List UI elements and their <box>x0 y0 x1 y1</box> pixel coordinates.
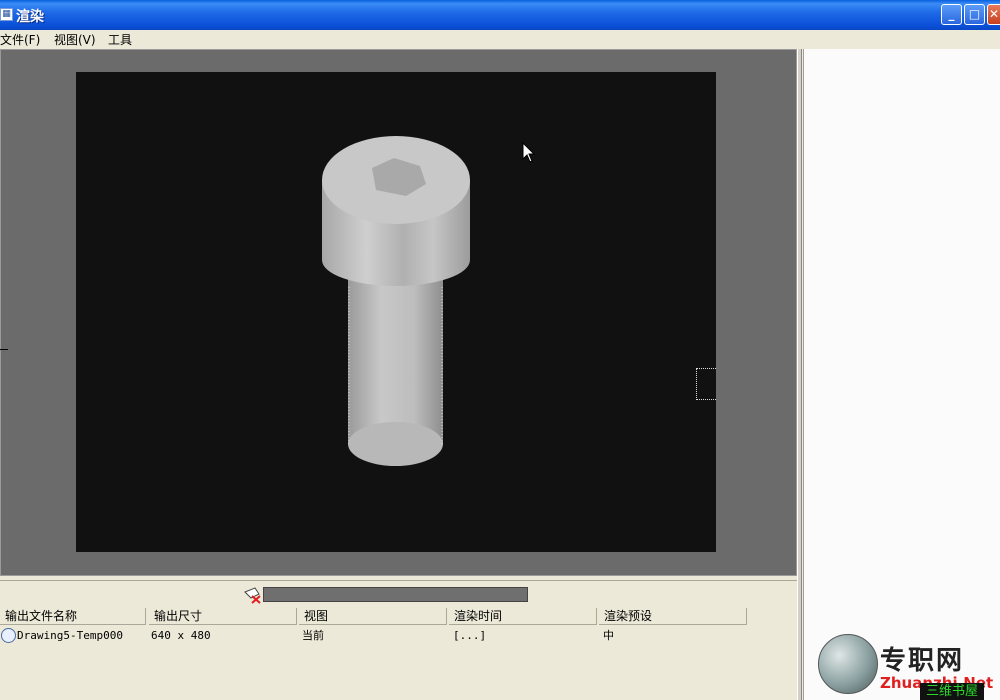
menu-view[interactable]: 视图(V) <box>54 31 96 48</box>
render-status-icon <box>244 587 261 604</box>
col-header-preset[interactable]: 渲染预设 <box>599 608 747 625</box>
panel-splitter[interactable] <box>797 49 802 700</box>
cell-preset: 中 <box>603 629 614 642</box>
col-header-size[interactable]: 输出尺寸 <box>149 608 297 625</box>
cell-view: 当前 <box>302 629 324 642</box>
render-output-image[interactable] <box>76 72 716 552</box>
title-bar: ▦ 渲染 _ □ ✕ <box>0 0 1000 30</box>
close-button[interactable]: ✕ <box>987 4 1000 25</box>
ruler-tick <box>0 349 8 350</box>
pointer-cursor <box>522 142 536 163</box>
minimize-button[interactable]: _ <box>941 4 962 25</box>
screw-render <box>322 136 470 466</box>
col-header-filename[interactable]: 输出文件名称 <box>0 608 146 625</box>
globe-logo-icon <box>818 634 878 694</box>
menu-file[interactable]: 文件(F) <box>0 31 40 48</box>
maximize-button[interactable]: □ <box>964 4 985 25</box>
app-icon[interactable]: ▦ <box>0 8 13 21</box>
col-header-time[interactable]: 渲染时间 <box>449 608 597 625</box>
screw-shaft <box>348 272 443 466</box>
render-entry-icon <box>1 628 16 643</box>
screw-head <box>322 136 470 286</box>
render-progress-bar <box>263 587 528 602</box>
window-title: 渲染 <box>16 9 44 25</box>
col-header-view[interactable]: 视图 <box>299 608 447 625</box>
watermark-logo: 专职网 Zhuanzhi.Net 三维书屋 <box>818 634 1000 700</box>
menu-tools[interactable]: 工具 <box>108 31 132 48</box>
selection-box[interactable] <box>696 368 716 400</box>
cell-time: [...] <box>453 629 487 642</box>
cell-size: 640 x 480 <box>151 629 211 642</box>
details-panel <box>803 49 1000 700</box>
cell-filename: Drawing5-Temp000 <box>17 629 123 642</box>
render-history-table: 输出文件名称 输出尺寸 视图 渲染时间 渲染预设 Drawing5-Temp00… <box>0 608 797 700</box>
watermark-sub: 三维书屋 <box>920 683 985 700</box>
menu-bar: 文件(F) 视图(V) 工具 <box>0 30 1000 48</box>
watermark-cn: 专职网 <box>880 646 965 676</box>
